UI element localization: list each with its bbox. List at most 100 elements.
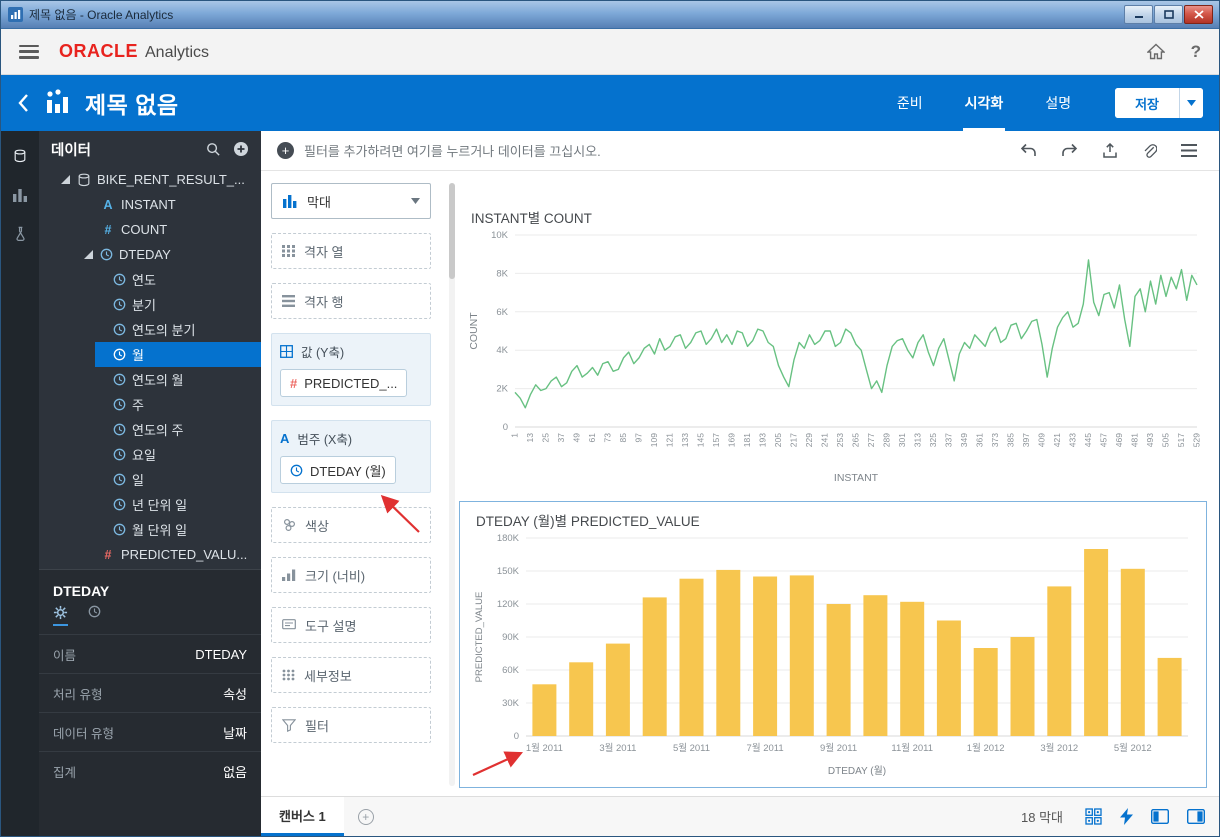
bar[interactable] (1047, 586, 1072, 736)
properties-tab-clock[interactable] (88, 605, 101, 626)
home-icon[interactable] (1146, 43, 1165, 60)
filter-bar[interactable]: + 필터를 추가하려면 여기를 누르거나 데이터를 끄십시오. (261, 131, 1219, 171)
line-chart-svg[interactable]: 0 2K 4K 6K 8K 10K 1 13 25 37 49 61 73 85 97 109 121 133 14… (465, 229, 1205, 485)
drop-zone-values-y-axis[interactable]: 값 (Y축) # PREDICTED_... (271, 333, 431, 406)
tree-item-연도의 주[interactable]: 연도의 주 (39, 417, 261, 442)
export-icon[interactable] (1102, 142, 1118, 159)
undo-icon[interactable] (1020, 143, 1037, 158)
menu-icon[interactable] (1181, 144, 1197, 157)
lightning-icon[interactable] (1120, 808, 1133, 825)
properties-panel: DTEDAY 이름 DTEDAY 처리 유형 속성 데이터 유형 날짜 집계 없음 (39, 569, 261, 836)
drop-zone-detail[interactable]: 세부정보 (271, 657, 431, 693)
expander-icon[interactable] (61, 175, 74, 184)
drop-zone-grid-rows[interactable]: 격자 행 (271, 283, 431, 319)
minimize-button[interactable] (1124, 5, 1153, 24)
svg-text:217: 217 (788, 433, 798, 447)
tree-item-월[interactable]: 월 (39, 342, 261, 367)
chart-type-select[interactable]: 막대 (271, 183, 431, 219)
svg-text:181: 181 (742, 433, 752, 447)
back-button[interactable] (17, 93, 29, 113)
drop-zone-size[interactable]: 크기 (너비) (271, 557, 431, 593)
tree-item-일[interactable]: 일 (39, 467, 261, 492)
drop-zone-grid-columns[interactable]: 격자 열 (271, 233, 431, 269)
bar-chart-visualization[interactable]: DTEDAY (월)별 PREDICTED_VALUE 0 30K 60K 90K 12… (459, 501, 1207, 788)
bar[interactable] (826, 604, 851, 736)
tree-item-PREDICTED_VALU...[interactable]: # PREDICTED_VALU... (39, 542, 261, 567)
properties-tab-gear[interactable] (53, 605, 68, 626)
clock-icon (113, 398, 126, 411)
bar[interactable] (605, 643, 630, 736)
project-toolbar: 제목 없음 준비 시각화 설명 저장 (1, 75, 1219, 131)
bar[interactable] (973, 648, 998, 736)
bar[interactable] (753, 576, 778, 737)
advanced-rail-icon[interactable] (13, 226, 28, 241)
svg-text:529: 529 (1191, 433, 1201, 447)
attach-icon[interactable] (1142, 143, 1157, 159)
svg-text:493: 493 (1145, 433, 1155, 447)
chip-dteday-month[interactable]: DTEDAY (월) (280, 456, 396, 484)
tree-item-주[interactable]: 주 (39, 392, 261, 417)
drop-zone-filter[interactable]: 필터 (271, 707, 431, 743)
tab-준비[interactable]: 준비 (895, 75, 925, 131)
add-data-icon[interactable] (233, 141, 249, 157)
add-filter-icon[interactable]: + (277, 142, 294, 159)
maximize-button[interactable] (1154, 5, 1183, 24)
tree-item-DTEDAY[interactable]: DTEDAY (39, 242, 261, 267)
bar[interactable] (642, 597, 667, 736)
tab-시각화[interactable]: 시각화 (962, 75, 1006, 131)
drop-zone-category-x-axis[interactable]: A 범주 (X축) DTEDAY (월) (271, 420, 431, 493)
clock-icon (113, 448, 126, 461)
bar[interactable] (789, 575, 814, 736)
tree-item-연도의 월[interactable]: 연도의 월 (39, 367, 261, 392)
bar[interactable] (1157, 657, 1182, 736)
save-button[interactable]: 저장 (1115, 88, 1179, 118)
svg-text:0: 0 (514, 731, 519, 742)
tree-item-요일[interactable]: 요일 (39, 442, 261, 467)
svg-text:121: 121 (664, 433, 674, 447)
grammar-scrollbar[interactable] (449, 183, 455, 786)
visualize-rail-icon[interactable] (12, 187, 28, 202)
tree-dataset[interactable]: BIKE_RENT_RESULT_... (39, 167, 261, 192)
navigation-menu-icon[interactable] (19, 44, 39, 59)
save-menu-caret[interactable] (1179, 88, 1203, 118)
bar[interactable] (936, 620, 961, 737)
bar[interactable] (716, 569, 741, 736)
canvas-tab[interactable]: 캔버스 1 (261, 797, 344, 836)
help-icon[interactable]: ? (1191, 42, 1201, 62)
chip-predicted-value[interactable]: # PREDICTED_... (280, 369, 408, 397)
panel-left-icon[interactable] (1151, 809, 1169, 824)
tree-item-분기[interactable]: 분기 (39, 292, 261, 317)
tree-item-INSTANT[interactable]: A INSTANT (39, 192, 261, 217)
tree-item-연도의 분기[interactable]: 연도의 분기 (39, 317, 261, 342)
bar[interactable] (1084, 549, 1109, 736)
drop-zone-color[interactable]: 색상 (271, 507, 431, 543)
bar[interactable] (569, 662, 594, 736)
expander-icon[interactable] (84, 250, 97, 259)
line-chart-visualization[interactable]: INSTANT별 COUNT 0 2K 4K 6K 8K 10K 1 13 25 37 49 61 73… (465, 207, 1203, 489)
line-chart-title: INSTANT별 COUNT (471, 211, 592, 226)
svg-text:2K: 2K (496, 384, 508, 395)
panel-right-icon[interactable] (1187, 809, 1205, 824)
tab-설명[interactable]: 설명 (1043, 75, 1073, 131)
search-icon[interactable] (206, 142, 221, 157)
bar[interactable] (679, 578, 704, 736)
tree-item-연도[interactable]: 연도 (39, 267, 261, 292)
bar[interactable] (532, 684, 557, 736)
data-rail-icon[interactable] (13, 149, 27, 163)
matrix-icon[interactable] (1085, 808, 1102, 825)
bar[interactable] (900, 601, 925, 736)
bar-chart-svg[interactable]: 0 30K 60K 90K 120K 150K 180K 1월 2011 3월 2011 5월 2… (470, 532, 1196, 780)
tree-item-년 단위 일[interactable]: 년 단위 일 (39, 492, 261, 517)
bar[interactable] (1010, 637, 1035, 736)
bar[interactable] (1120, 568, 1145, 736)
redo-icon[interactable] (1061, 143, 1078, 158)
bar[interactable] (863, 595, 888, 736)
svg-text:85: 85 (618, 433, 628, 443)
add-canvas-icon[interactable]: + (357, 808, 374, 825)
close-button[interactable] (1184, 5, 1213, 24)
drop-zone-tooltip[interactable]: 도구 설명 (271, 607, 431, 643)
tree-item-월 단위 일[interactable]: 월 단위 일 (39, 517, 261, 542)
svg-text:60K: 60K (502, 665, 520, 676)
tree-item-COUNT[interactable]: # COUNT (39, 217, 261, 242)
svg-text:5월 2012: 5월 2012 (1114, 742, 1152, 754)
